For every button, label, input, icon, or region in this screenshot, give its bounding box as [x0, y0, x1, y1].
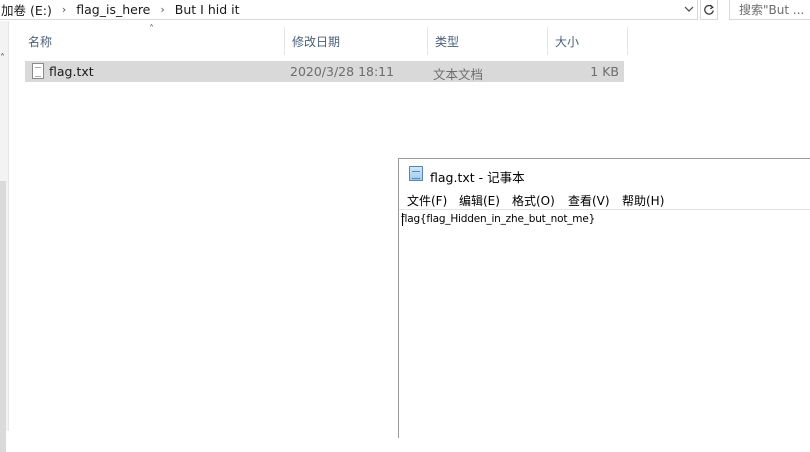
file-type: 文本文档 [433, 67, 484, 82]
breadcrumb-folder-current[interactable]: But I hid it [173, 2, 242, 17]
notepad-content: flag{flag_Hidden_in_zhe_but_not_me} [401, 213, 596, 225]
refresh-button[interactable] [700, 0, 718, 20]
notepad-window[interactable]: flag.txt - 记事本 文件(F) 编辑(E) 格式(O) 查看(V) 帮… [398, 158, 810, 438]
column-name-label: 名称 [28, 34, 53, 49]
column-headers: 名称 ˄ 修改日期 类型 大小 [21, 24, 631, 55]
scrollbar-thumb[interactable] [0, 181, 6, 452]
scroll-up-icon[interactable]: ˄ [0, 53, 5, 64]
address-dropdown-button[interactable] [682, 0, 696, 18]
notepad-text-area[interactable]: flag{flag_Hidden_in_zhe_but_not_me} [399, 210, 810, 438]
column-header-name[interactable]: 名称 ˄ [21, 24, 285, 55]
column-header-size[interactable]: 大小 [548, 27, 628, 55]
menu-view[interactable]: 查看(V) [568, 192, 610, 209]
column-header-modified[interactable]: 修改日期 [285, 27, 428, 55]
menu-format[interactable]: 格式(O) [512, 192, 555, 209]
text-file-icon [32, 63, 44, 79]
nav-pane-scrollbar[interactable]: ˄ [0, 21, 9, 452]
column-type-label: 类型 [435, 34, 460, 49]
address-row: 加卷 (E:) › flag_is_here › But I hid it 搜索… [0, 0, 810, 21]
notepad-icon [409, 166, 423, 181]
notepad-title: flag.txt - 记事本 [430, 170, 525, 185]
search-input[interactable]: 搜索"But ... [729, 0, 810, 20]
file-row[interactable]: flag.txt 2020/3/28 18:11 文本文档 1 KB [25, 61, 624, 82]
chevron-right-icon[interactable]: › [152, 3, 172, 16]
notepad-title-bar[interactable]: flag.txt - 记事本 [399, 159, 810, 189]
column-size-label: 大小 [555, 34, 580, 49]
breadcrumb-folder-flag-is-here[interactable]: flag_is_here [74, 2, 152, 17]
chevron-right-icon[interactable]: › [54, 3, 74, 16]
file-modified: 2020/3/28 18:11 [290, 64, 395, 79]
menu-file[interactable]: 文件(F) [407, 192, 447, 209]
menu-edit[interactable]: 编辑(E) [459, 192, 500, 209]
text-cursor [402, 213, 403, 226]
chevron-down-icon [684, 6, 694, 12]
breadcrumb-drive[interactable]: 加卷 (E:) [0, 0, 54, 19]
breadcrumb: 加卷 (E:) › flag_is_here › But I hid it [0, 0, 242, 18]
sort-up-icon: ˄ [149, 24, 154, 35]
address-bar[interactable]: 加卷 (E:) › flag_is_here › But I hid it [0, 0, 698, 20]
file-size: 1 KB [590, 64, 619, 79]
menu-help[interactable]: 帮助(H) [622, 192, 664, 209]
notepad-menu-bar: 文件(F) 编辑(E) 格式(O) 查看(V) 帮助(H) [399, 189, 810, 210]
column-header-type[interactable]: 类型 [428, 27, 548, 55]
file-name: flag.txt [49, 64, 94, 79]
column-modified-label: 修改日期 [292, 34, 341, 49]
refresh-icon [704, 4, 714, 15]
